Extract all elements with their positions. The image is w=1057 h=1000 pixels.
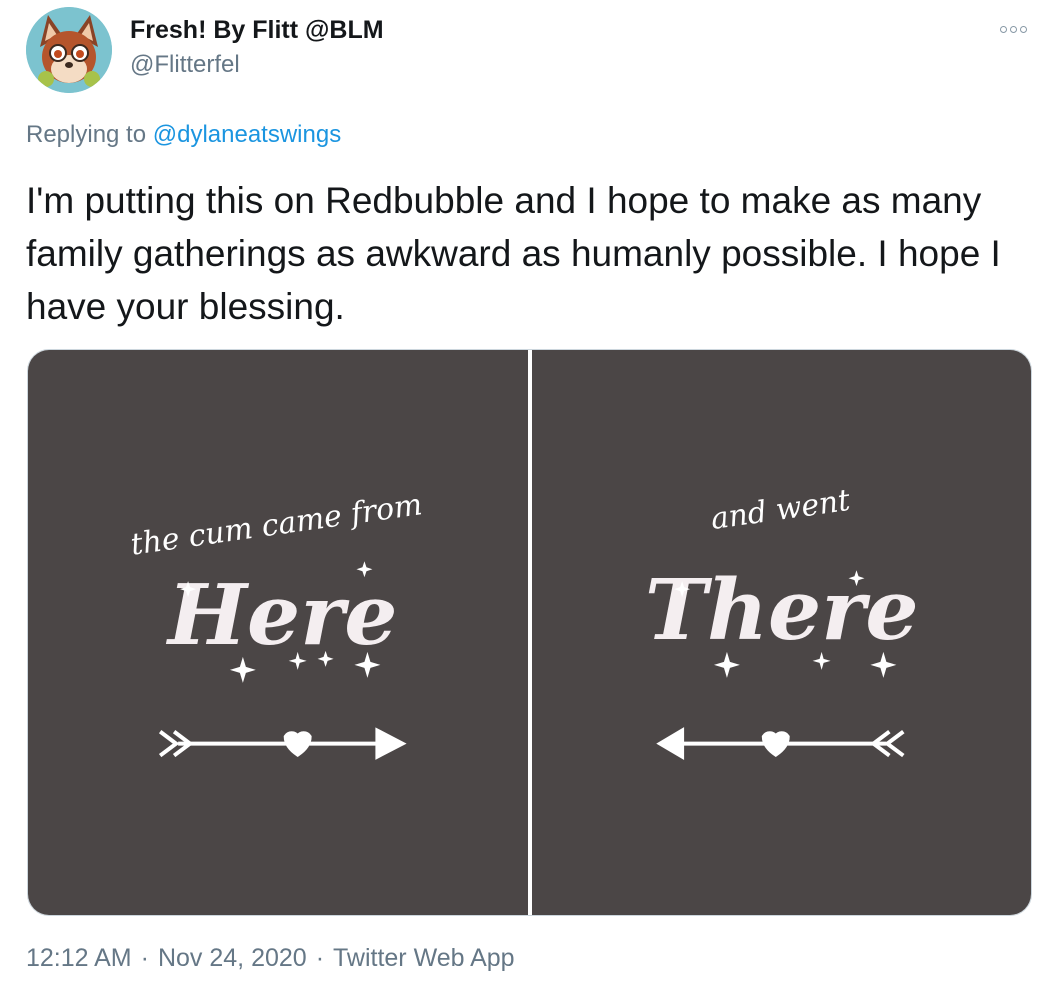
arrow-right-icon [158,727,407,760]
author-display-name[interactable]: Fresh! By Flitt @BLM [130,16,384,45]
tweet-meta: 12:12 AM · Nov 24, 2020 · Twitter Web App [26,944,515,973]
media-grid: the cum came from Here and went There [27,349,1032,916]
tweet-time: 12:12 AM [26,944,132,972]
tweet-timestamp-link[interactable]: 12:12 AM · Nov 24, 2020 [26,944,307,972]
dot-icon [1000,25,1007,33]
more-options-icon[interactable] [1000,22,1034,36]
right-phrase: and went [708,483,853,537]
media-image-left[interactable]: the cum came from Here [28,350,528,915]
tweet-date: Nov 24, 2020 [157,944,307,972]
meta-separator: · [315,944,325,972]
author-handle[interactable]: @Flitterfel [130,51,240,79]
left-phrase: the cum came from [128,487,424,563]
tweet-text: I'm putting this on Redbubble and I hope… [26,180,1001,327]
arrow-left-icon [655,727,905,761]
dot-icon [1010,25,1017,33]
replying-to-label: Replying to [26,121,153,148]
meta-separator: · [140,944,149,972]
fox-character-avatar-icon [26,7,112,93]
reply-target-link[interactable]: @dylaneatswings [153,121,341,148]
replying-to-line: Replying to @dylaneatswings [26,121,341,149]
tweet-source-link[interactable]: Twitter Web App [333,944,515,972]
left-word: Here [166,565,398,664]
dot-icon [1020,25,1027,33]
avatar[interactable] [26,7,112,93]
media-image-right[interactable]: and went There [531,350,1031,915]
left-design-graphic: the cum came from Here [128,487,424,760]
right-word: There [644,560,918,659]
right-design-graphic: and went There [644,483,918,761]
